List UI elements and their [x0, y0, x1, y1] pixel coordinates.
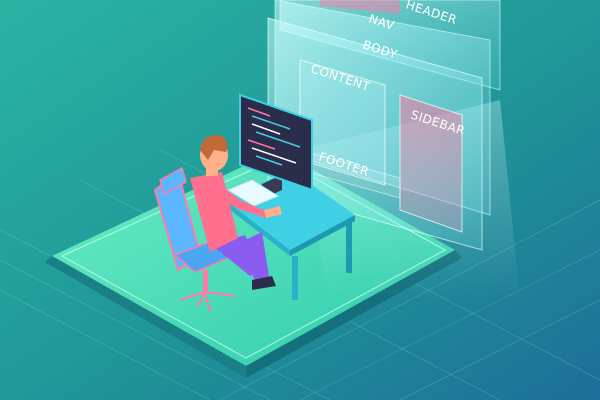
illustration-canvas: HEADER NAV BODY CONTENT FOOTER SIDEBAR: [0, 0, 600, 400]
web-layout-illustration: HEADER NAV BODY CONTENT FOOTER SIDEBAR: [0, 0, 600, 400]
